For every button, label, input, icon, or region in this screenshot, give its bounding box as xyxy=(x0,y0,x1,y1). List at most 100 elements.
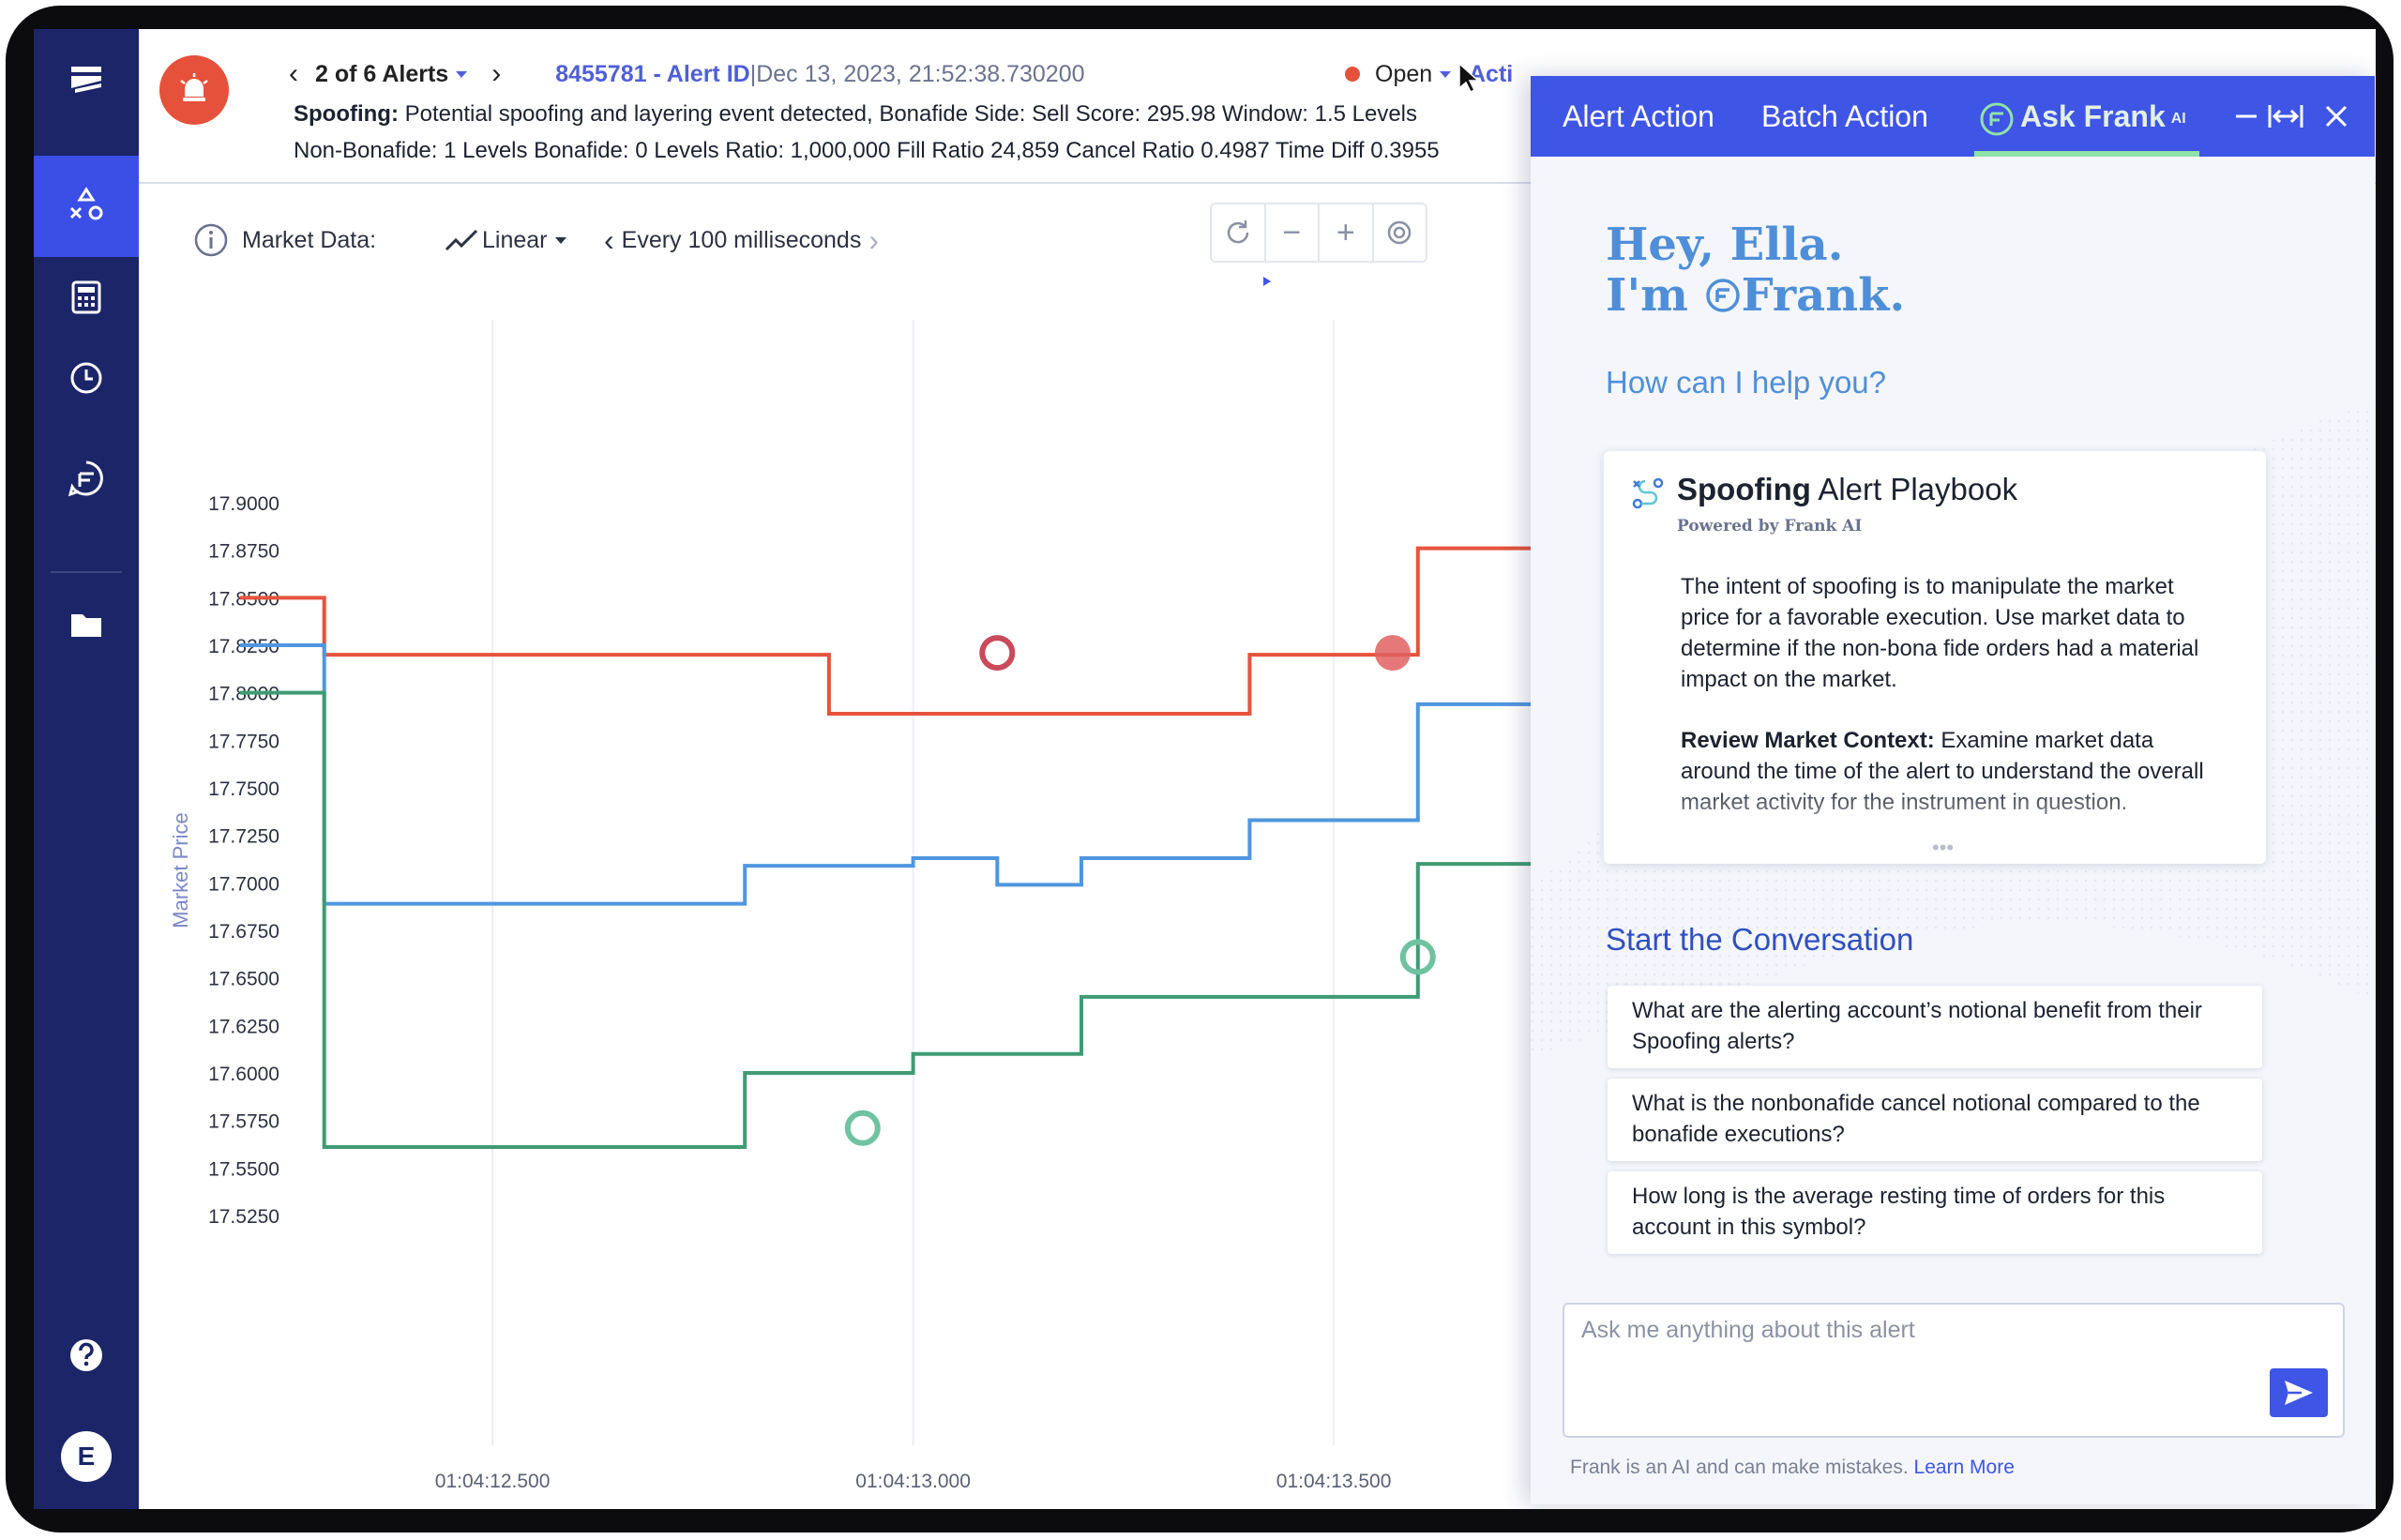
market-data-label: Market Data: xyxy=(242,226,377,253)
y-tick-label: 17.6000 xyxy=(208,1064,279,1085)
clock-icon[interactable] xyxy=(34,327,139,429)
y-tick-label: 17.7000 xyxy=(208,873,279,895)
zoom-out-icon[interactable]: − xyxy=(1266,204,1320,261)
alert-description-line1: Spoofing: Potential spoofing and layerin… xyxy=(294,101,1417,128)
next-alert-icon[interactable]: › xyxy=(491,58,501,90)
alerts-nav-icon[interactable] xyxy=(34,156,139,257)
order-marker-ring xyxy=(844,1110,881,1146)
ask-box xyxy=(1563,1303,2345,1438)
y-tick-label: 17.5750 xyxy=(208,1111,279,1133)
playbook-title-rest: Alert Playbook xyxy=(1810,472,2018,506)
x-tick-label: 01:04:13.000 xyxy=(855,1471,971,1492)
suggestion-1[interactable]: What are the alerting account’s notional… xyxy=(1608,986,2262,1068)
conversation-title: Start the Conversation xyxy=(1606,922,1914,957)
alert-count-label: 2 of 6 Alerts xyxy=(315,60,449,87)
tab-alert-action[interactable]: Alert Action xyxy=(1563,93,1714,140)
send-icon xyxy=(2285,1381,2313,1405)
price-series-line xyxy=(240,546,1583,716)
playbook-title: Spoofing Alert Playbook xyxy=(1677,472,2017,507)
alert-count-dropdown[interactable]: 2 of 6 Alerts xyxy=(315,60,468,88)
playbook-intro: The intent of spoofing is to manipulate … xyxy=(1681,574,2199,692)
alert-timestamp: Dec 13, 2023, 21:52:38.730200 xyxy=(756,60,1085,87)
y-tick-label: 17.7500 xyxy=(208,778,279,800)
avatar[interactable]: E xyxy=(61,1431,112,1482)
suggestion-3[interactable]: How long is the average resting time of … xyxy=(1608,1171,2262,1254)
y-tick-label: 17.6750 xyxy=(208,921,279,943)
folder-icon[interactable] xyxy=(34,575,139,676)
alarm-icon xyxy=(159,55,229,125)
interval-selector[interactable]: ‹ Every 100 milliseconds › xyxy=(604,221,879,259)
info-icon[interactable] xyxy=(193,221,229,259)
panel-tabbar: Alert Action Batch Action Ask Frank AI xyxy=(1531,76,2375,157)
learn-more-link[interactable]: Learn More xyxy=(1914,1457,2015,1478)
more-dots-icon[interactable]: ••• xyxy=(1932,836,1954,860)
playbook-step-title: Review Market Context: xyxy=(1681,728,1935,753)
frank-logo-icon xyxy=(1980,102,2014,136)
prev-alert-icon[interactable]: ‹ xyxy=(289,58,298,90)
price-series-line xyxy=(240,690,1583,1150)
chart-pointer-icon xyxy=(1263,277,1271,286)
reset-zoom-icon[interactable] xyxy=(1374,204,1427,261)
playbook-powered-by: Powered by Frank AI xyxy=(1677,517,1863,536)
logo-icon[interactable] xyxy=(34,29,139,130)
y-tick-label: 17.5500 xyxy=(208,1158,279,1180)
app-screen: E ‹ 2 of 6 Alerts › 8455781 - Alert ID |… xyxy=(34,29,2376,1509)
close-icon[interactable] xyxy=(2313,93,2360,140)
ai-tag: AI xyxy=(2170,110,2186,127)
tab-ask-frank[interactable]: Ask Frank AI xyxy=(1979,93,2186,140)
greeting-line2: I'm Frank. xyxy=(1606,269,1905,322)
sidebar: E xyxy=(34,29,139,1509)
order-marker-filled xyxy=(1374,635,1411,672)
y-tick-label: 17.5250 xyxy=(208,1206,279,1228)
device-frame: E ‹ 2 of 6 Alerts › 8455781 - Alert ID |… xyxy=(6,6,2393,1532)
status-label: Open xyxy=(1375,60,1433,87)
zoom-in-icon[interactable]: + xyxy=(1320,204,1374,261)
y-tick-label: 17.7750 xyxy=(208,731,279,752)
ai-disclaimer: Frank is an AI and can make mistakes. Le… xyxy=(1570,1457,2015,1479)
y-tick-label: 17.6250 xyxy=(208,1016,279,1037)
expand-width-icon[interactable] xyxy=(2262,93,2309,140)
market-price-chart[interactable]: 01:04:12.50001:04:13.00001:04:13.50001:0… xyxy=(139,292,1583,1509)
zoom-controls: − + xyxy=(1210,203,1427,263)
sidebar-divider xyxy=(51,571,122,573)
suggestion-2[interactable]: What is the nonbonafide cancel notional … xyxy=(1608,1079,2262,1161)
greeting-line1: Hey, Ella. xyxy=(1606,219,1844,271)
greeting-name: Frank. xyxy=(1741,269,1906,322)
playbook-title-bold: Spoofing xyxy=(1677,472,1811,506)
tab-ask-frank-label: Ask Frank xyxy=(2020,99,2166,133)
interval-label: Every 100 milliseconds xyxy=(621,226,862,253)
x-tick-label: 01:04:13.500 xyxy=(1276,1471,1392,1492)
alert-description-text: Potential spoofing and layering event de… xyxy=(398,101,1418,127)
interval-next-icon[interactable]: › xyxy=(868,223,879,258)
y-tick-label: 17.7250 xyxy=(208,826,279,848)
order-marker-ring xyxy=(979,635,1016,672)
interval-prev-icon[interactable]: ‹ xyxy=(604,223,614,258)
ask-input[interactable] xyxy=(1579,1316,2315,1345)
y-tick-label: 17.8750 xyxy=(208,541,279,563)
refresh-icon[interactable] xyxy=(1212,204,1266,261)
x-tick-label: 01:04:12.500 xyxy=(435,1471,551,1492)
frank-icon[interactable] xyxy=(34,428,139,529)
alert-id-link[interactable]: 8455781 - Alert ID xyxy=(555,61,750,88)
alert-nav: ‹ 2 of 6 Alerts › 8455781 - Alert ID | D… xyxy=(289,55,1085,93)
status-dot xyxy=(1345,67,1360,82)
status-dropdown[interactable]: Open xyxy=(1345,55,1452,93)
y-axis-label: Market Price xyxy=(169,812,192,928)
scale-dropdown[interactable]: Linear xyxy=(445,221,566,259)
playbook-route-icon xyxy=(1632,477,1664,509)
tab-batch-action[interactable]: Batch Action xyxy=(1761,93,1928,140)
scale-label: Linear xyxy=(482,226,548,253)
frank-inline-icon xyxy=(1705,279,1740,312)
mouse-cursor-icon xyxy=(1458,62,1480,94)
alert-description-line2: Non-Bonafide: 1 Levels Bonafide: 0 Level… xyxy=(294,138,1440,163)
greeting-subtitle: How can I help you? xyxy=(1606,365,1887,400)
send-button[interactable] xyxy=(2270,1368,2328,1417)
greeting-im: I'm xyxy=(1606,269,1688,322)
disclaimer-text: Frank is an AI and can make mistakes. xyxy=(1570,1457,1909,1478)
playbook-card[interactable]: Spoofing Alert Playbook Powered by Frank… xyxy=(1604,451,2266,864)
line-chart-icon xyxy=(445,229,478,251)
help-icon[interactable] xyxy=(34,1305,139,1406)
panel-body: Hey, Ella. I'm Frank. How can I help you… xyxy=(1531,157,2375,1504)
y-tick-label: 17.6500 xyxy=(208,969,279,990)
ask-frank-panel: Alert Action Batch Action Ask Frank AI He… xyxy=(1531,76,2375,1504)
